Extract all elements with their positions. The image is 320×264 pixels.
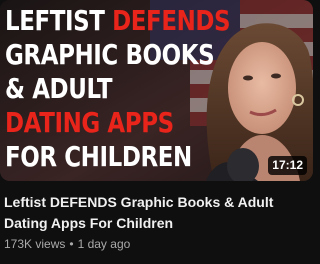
view-count: 173K views <box>4 237 66 251</box>
meta-separator: • <box>69 237 74 251</box>
headline-line: & ADULT <box>5 72 202 106</box>
thumbnail-headline: LEFTIST DEFENDS GRAPHIC BOOKS & ADULT DA… <box>5 4 231 174</box>
upload-age: 1 day ago <box>77 237 131 251</box>
duration-badge: 17:12 <box>268 156 307 175</box>
video-card[interactable]: LEFTIST DEFENDS GRAPHIC BOOKS & ADULT DA… <box>0 0 313 264</box>
headline-line: GRAPHIC BOOKS <box>5 38 215 72</box>
headline-line: DATING APPS <box>5 106 202 140</box>
headline-word: DEFENDS <box>112 4 231 37</box>
video-thumbnail[interactable]: LEFTIST DEFENDS GRAPHIC BOOKS & ADULT DA… <box>0 0 313 181</box>
headline-word: LEFTIST <box>5 4 113 37</box>
headline-word: GRAPHIC BOOKS <box>5 38 215 71</box>
headline-line: FOR CHILDREN <box>5 140 202 174</box>
headline-word: FOR CHILDREN <box>5 140 192 173</box>
video-metadata: 173K views • 1 day ago <box>4 236 130 252</box>
headline-line: LEFTIST DEFENDS <box>5 4 231 38</box>
video-title[interactable]: Leftist DEFENDS Graphic Books & Adult Da… <box>4 192 309 234</box>
headline-word: DATING APPS <box>5 106 174 139</box>
headline-word: & ADULT <box>5 72 113 105</box>
